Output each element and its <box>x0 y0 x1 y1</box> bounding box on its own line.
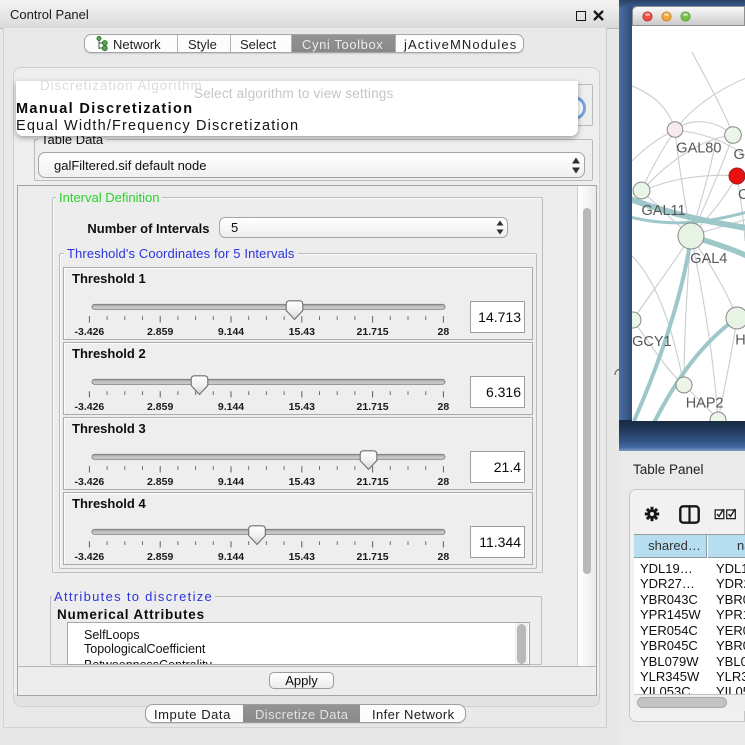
svg-text:-3.426: -3.426 <box>75 551 105 563</box>
svg-text:2.859: 2.859 <box>147 401 173 413</box>
svg-text:28: 28 <box>438 476 450 488</box>
svg-text:2.859: 2.859 <box>147 551 173 563</box>
svg-text:GA: GA <box>734 147 745 163</box>
svg-text:15.43: 15.43 <box>289 476 315 488</box>
svg-text:15.43: 15.43 <box>289 326 315 338</box>
svg-text:2.859: 2.859 <box>147 476 173 488</box>
svg-text:15.43: 15.43 <box>289 551 315 563</box>
svg-text:9.144: 9.144 <box>218 326 244 338</box>
svg-text:2.859: 2.859 <box>147 326 173 338</box>
svg-text:-3.426: -3.426 <box>75 401 105 413</box>
svg-text:9.144: 9.144 <box>218 401 244 413</box>
svg-text:GAL4: GAL4 <box>690 251 727 267</box>
svg-text:HAP2: HAP2 <box>686 396 724 412</box>
svg-text:28: 28 <box>438 401 450 413</box>
svg-text:C: C <box>738 187 745 203</box>
svg-text:GAL80: GAL80 <box>676 141 721 157</box>
svg-text:21.715: 21.715 <box>357 326 389 338</box>
svg-text:-3.426: -3.426 <box>75 326 105 338</box>
svg-text:28: 28 <box>438 326 450 338</box>
svg-text:28: 28 <box>438 551 450 563</box>
svg-text:9.144: 9.144 <box>218 551 244 563</box>
svg-text:9.144: 9.144 <box>218 476 244 488</box>
svg-text:15.43: 15.43 <box>289 401 315 413</box>
svg-text:GCY1: GCY1 <box>632 334 672 350</box>
svg-text:21.715: 21.715 <box>357 476 389 488</box>
svg-text:-3.426: -3.426 <box>75 476 105 488</box>
svg-text:GAL11: GAL11 <box>642 203 686 219</box>
svg-text:21.715: 21.715 <box>357 551 389 563</box>
svg-text:HA: HA <box>735 333 745 349</box>
svg-text:21.715: 21.715 <box>357 401 389 413</box>
